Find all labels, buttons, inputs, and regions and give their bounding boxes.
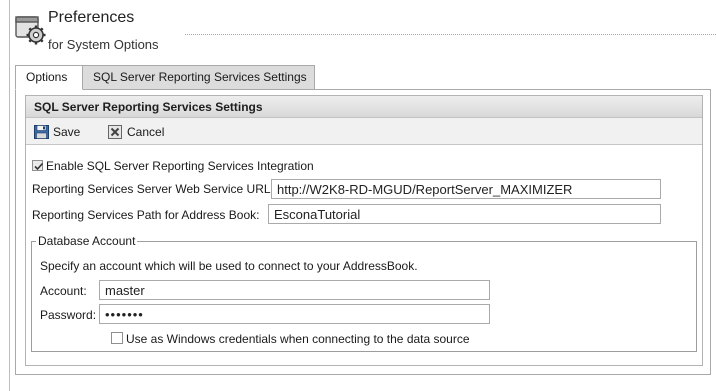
page-title: Preferences: [48, 9, 135, 26]
windows-credentials-label: Use as Windows credentials when connecti…: [126, 332, 470, 346]
cancel-x-icon: [108, 125, 122, 139]
account-input[interactable]: [99, 280, 490, 300]
toolbar: Save Cancel: [26, 118, 702, 145]
cancel-label: Cancel: [127, 125, 165, 139]
enable-integration-row: Enable SQL Server Reporting Services Int…: [32, 159, 314, 173]
tab-options[interactable]: Options: [15, 65, 83, 90]
section-title: SQL Server Reporting Services Settings: [26, 96, 702, 118]
save-button[interactable]: Save: [34, 124, 89, 140]
tab-panel: SQL Server Reporting Services Settings S…: [15, 89, 711, 375]
enable-integration-checkbox[interactable]: [32, 160, 44, 171]
web-service-url-input[interactable]: [271, 179, 661, 199]
page-header: Preferences for System Options: [10, 6, 716, 56]
database-account-legend: Database Account: [38, 234, 136, 248]
window-left-border: [9, 0, 10, 391]
password-input[interactable]: [99, 304, 490, 324]
header-divider: [185, 34, 716, 35]
account-label: Account:: [40, 284, 87, 298]
sql-reporting-section: SQL Server Reporting Services Settings S…: [25, 95, 703, 366]
address-book-path-input[interactable]: [268, 204, 661, 224]
preferences-gear-icon: [14, 15, 48, 45]
windows-credentials-row: Use as Windows credentials when connecti…: [111, 332, 470, 346]
enable-integration-label: Enable SQL Server Reporting Services Int…: [46, 159, 314, 173]
tab-sql-reporting-settings[interactable]: SQL Server Reporting Services Settings: [83, 65, 315, 90]
windows-credentials-checkbox[interactable]: [111, 332, 123, 344]
web-service-url-label: Reporting Services Server Web Service UR…: [32, 182, 274, 196]
password-label: Password:: [40, 308, 97, 322]
cancel-button[interactable]: Cancel: [108, 124, 178, 140]
address-book-path-label: Reporting Services Path for Address Book…: [32, 208, 260, 222]
save-label: Save: [53, 125, 81, 139]
page-subtitle: for System Options: [48, 37, 159, 52]
database-account-description: Specify an account which will be used to…: [40, 259, 418, 273]
floppy-disk-icon: [34, 125, 49, 139]
